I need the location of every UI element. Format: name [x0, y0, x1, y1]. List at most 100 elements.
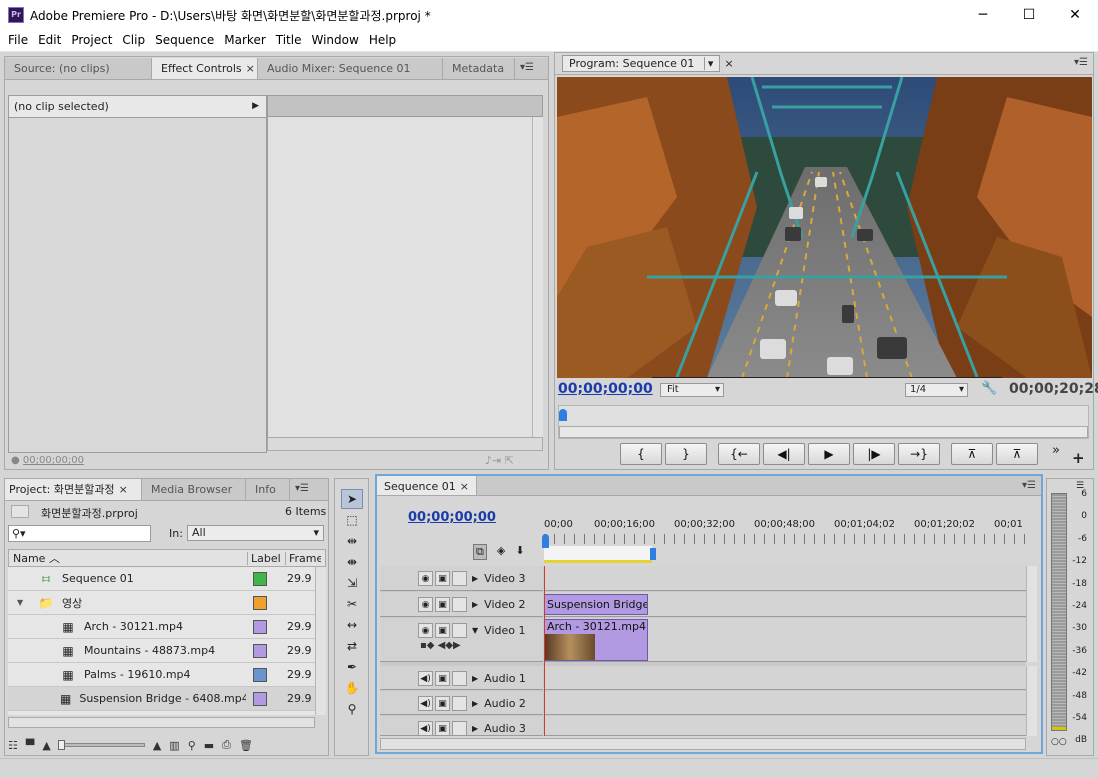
- zoom-slider[interactable]: [57, 740, 145, 750]
- menu-sequence[interactable]: Sequence: [150, 30, 219, 51]
- go-to-out-button[interactable]: →}: [898, 443, 940, 465]
- snap-icon[interactable]: ⧉: [473, 544, 487, 560]
- play-button[interactable]: ▶: [808, 443, 850, 465]
- expand-triangle-icon[interactable]: ▼: [17, 598, 23, 607]
- menu-project[interactable]: Project: [66, 30, 117, 51]
- playhead-icon[interactable]: [559, 409, 567, 421]
- selection-tool-icon[interactable]: ➤: [341, 489, 363, 509]
- expand-triangle-icon[interactable]: ▶: [472, 699, 478, 708]
- track-header-video-3[interactable]: ◉ ▣ ▶ Video 3: [380, 566, 543, 591]
- keyframe-controls[interactable]: ▪◆ ◀◆▶: [420, 640, 461, 651]
- zoom-out-icon[interactable]: ▲: [42, 739, 50, 752]
- zoom-slider-handle[interactable]: [57, 740, 65, 750]
- column-label[interactable]: Label: [247, 551, 285, 565]
- slip-tool-icon[interactable]: ↔: [341, 615, 363, 635]
- track-lock-icon[interactable]: [452, 623, 467, 638]
- chevron-down-icon[interactable]: ▾: [703, 57, 714, 70]
- list-view-icon[interactable]: ☷: [8, 739, 18, 752]
- list-item[interactable]: ▦ Mountains - 48873.mp4 29.9: [8, 639, 315, 663]
- sync-lock-icon[interactable]: ▣: [435, 671, 450, 686]
- project-scrollbar-horizontal[interactable]: [8, 717, 315, 728]
- in-filter-dropdown[interactable]: All ▾: [187, 525, 324, 541]
- track-scrollbar-vertical[interactable]: [1026, 566, 1037, 662]
- track-lane[interactable]: [544, 716, 1026, 736]
- work-area-bar[interactable]: [544, 546, 652, 563]
- close-icon[interactable]: ×: [724, 57, 733, 74]
- label-color-swatch[interactable]: [253, 595, 267, 610]
- label-color-swatch[interactable]: [253, 643, 267, 658]
- track-header-audio-1[interactable]: ◀) ▣ ▶ Audio 1: [380, 666, 543, 690]
- find-icon[interactable]: ⚲: [188, 739, 196, 752]
- program-zoom-bar[interactable]: [559, 426, 1088, 438]
- panel-menu-icon[interactable]: ▾☰: [515, 58, 539, 79]
- tab-program[interactable]: Program: Sequence 01 ▾: [562, 55, 721, 72]
- step-back-button[interactable]: ◀|: [763, 443, 805, 465]
- work-area-end-handle[interactable]: [650, 548, 656, 560]
- close-button[interactable]: ✕: [1052, 0, 1098, 30]
- label-color-swatch[interactable]: [253, 667, 267, 682]
- track-lock-icon[interactable]: [452, 571, 467, 586]
- zoom-tool-icon[interactable]: ⚲: [341, 699, 363, 719]
- automate-to-sequence-icon[interactable]: ▥: [169, 739, 179, 752]
- resolution-dropdown[interactable]: 1/4 ▾: [905, 383, 968, 397]
- panel-menu-icon[interactable]: ▾☰: [1017, 476, 1041, 497]
- tab-sequence-01[interactable]: Sequence 01 ×: [377, 476, 477, 495]
- project-search-input[interactable]: ⚲▾: [8, 525, 151, 542]
- add-marker-icon[interactable]: ⬇: [515, 544, 524, 560]
- tab-media-browser[interactable]: Media Browser: [142, 479, 246, 500]
- hand-tool-icon[interactable]: ✋: [341, 678, 363, 698]
- menu-window[interactable]: Window: [306, 30, 363, 51]
- panel-menu-icon[interactable]: ▾☰: [1069, 53, 1093, 74]
- timeline-timecode[interactable]: 00;00;00;00: [408, 510, 496, 525]
- rolling-edit-tool-icon[interactable]: ⇼: [341, 552, 363, 572]
- icon-view-icon[interactable]: ▀: [26, 739, 34, 752]
- mark-in-button[interactable]: {: [620, 443, 662, 465]
- lift-button[interactable]: ⊼: [951, 443, 993, 465]
- menu-title[interactable]: Title: [271, 30, 307, 51]
- tab-info[interactable]: Info: [246, 479, 290, 500]
- tab-audio-mixer[interactable]: Audio Mixer: Sequence 01: [258, 58, 443, 79]
- track-lane[interactable]: [544, 691, 1026, 715]
- tab-source[interactable]: Source: (no clips): [5, 58, 152, 79]
- set-encore-marker-icon[interactable]: ◈: [497, 544, 505, 560]
- minimize-button[interactable]: ─: [960, 0, 1006, 30]
- trash-icon[interactable]: 🗑: [239, 739, 253, 752]
- speaker-icon[interactable]: ◀): [418, 671, 433, 686]
- track-select-tool-icon[interactable]: ⬚: [341, 510, 363, 530]
- mark-out-button[interactable]: }: [665, 443, 707, 465]
- collapse-triangle-icon[interactable]: ▼: [472, 626, 478, 635]
- ripple-edit-tool-icon[interactable]: ⇹: [341, 531, 363, 551]
- tab-metadata[interactable]: Metadata: [443, 58, 515, 79]
- close-icon[interactable]: ×: [460, 480, 469, 493]
- razor-tool-icon[interactable]: ✂: [341, 594, 363, 614]
- slide-tool-icon[interactable]: ⇄: [341, 636, 363, 656]
- expand-triangle-icon[interactable]: ▶: [472, 600, 478, 609]
- add-button-icon[interactable]: +: [1072, 449, 1085, 467]
- menu-clip[interactable]: Clip: [117, 30, 150, 51]
- list-item[interactable]: ⧦ Sequence 01 29.9: [8, 567, 315, 591]
- speaker-icon[interactable]: ◀): [418, 721, 433, 736]
- track-lock-icon[interactable]: [452, 671, 467, 686]
- effect-scrollbar-vertical[interactable]: [532, 117, 543, 437]
- close-icon[interactable]: ×: [246, 62, 255, 75]
- track-lane[interactable]: [544, 666, 1026, 690]
- track-header-video-1[interactable]: ◉ ▣ ▼ Video 1: [380, 618, 543, 662]
- expand-triangle-icon[interactable]: ▶: [472, 574, 478, 583]
- pen-tool-icon[interactable]: ✒: [341, 657, 363, 677]
- label-color-swatch[interactable]: [253, 619, 267, 634]
- list-item[interactable]: ▦ Palms - 19610.mp4 29.9: [8, 663, 315, 687]
- list-item[interactable]: ▼ 📁 영상: [8, 591, 315, 615]
- expand-arrow-icon[interactable]: ▶: [252, 96, 259, 117]
- extract-button[interactable]: ⊼: [996, 443, 1038, 465]
- clip-arch[interactable]: Arch - 30121.mp4: [544, 619, 648, 661]
- timeline-scrollbar-horizontal[interactable]: [380, 738, 1026, 750]
- playhead-icon[interactable]: [542, 534, 549, 548]
- menu-file[interactable]: File: [0, 30, 33, 51]
- expand-triangle-icon[interactable]: ▶: [472, 674, 478, 683]
- track-header-video-2[interactable]: ◉ ▣ ▶ Video 2: [380, 592, 543, 617]
- eye-icon[interactable]: ◉: [418, 571, 433, 586]
- effect-scrollbar-horizontal[interactable]: [267, 437, 543, 451]
- menu-help[interactable]: Help: [364, 30, 401, 51]
- column-frame-rate[interactable]: Frame R: [285, 551, 321, 565]
- speaker-icon[interactable]: ◀): [418, 696, 433, 711]
